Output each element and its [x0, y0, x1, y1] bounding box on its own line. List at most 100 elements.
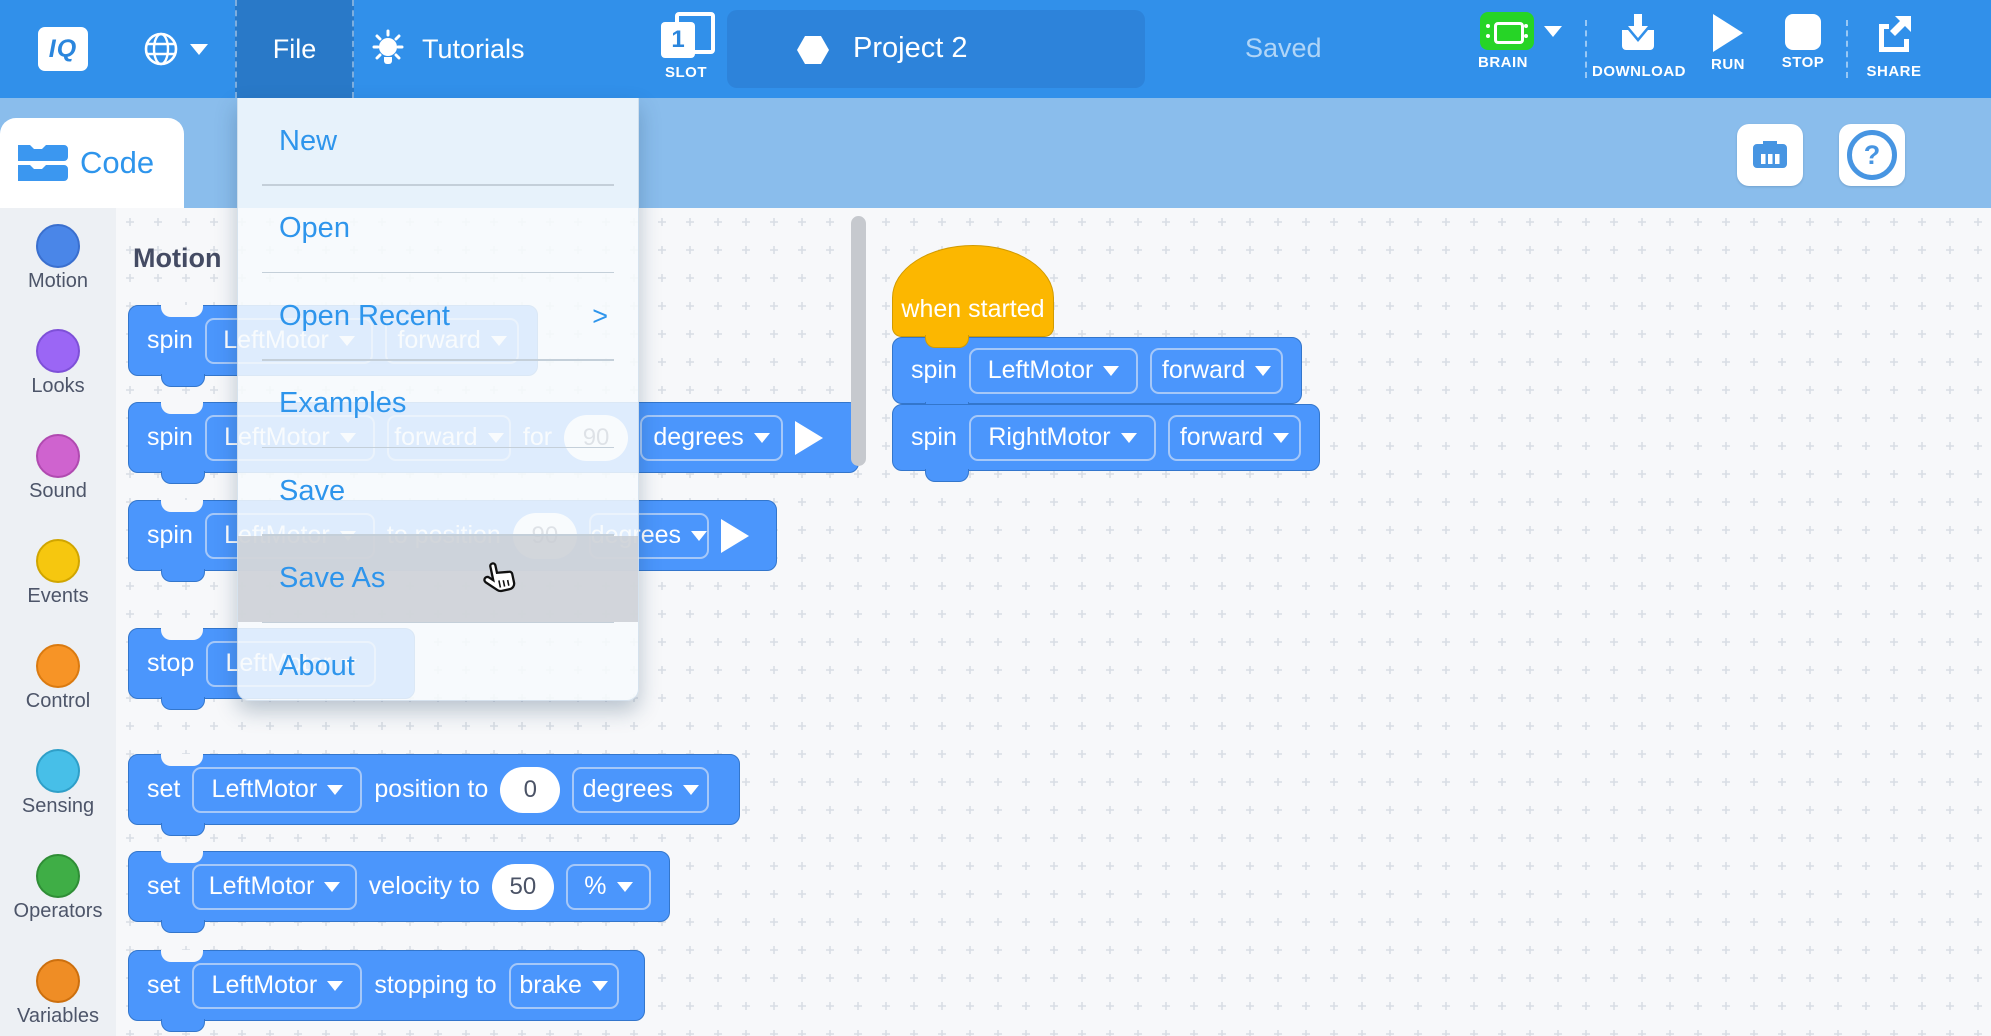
dropdown-leftmotor[interactable]: LeftMotor — [192, 963, 362, 1009]
dropdown-value: brake — [519, 971, 582, 1000]
category-circle-icon[interactable] — [36, 539, 80, 583]
run-label: RUN — [1698, 56, 1758, 73]
share-button[interactable]: SHARE — [1856, 12, 1932, 80]
stop-label: STOP — [1772, 54, 1834, 71]
dropdown-leftmotor[interactable]: LeftMotor — [969, 348, 1138, 394]
language-menu[interactable] — [142, 30, 208, 68]
sidebar-category-looks[interactable]: Looks — [0, 329, 116, 426]
category-circle-icon[interactable] — [36, 644, 80, 688]
sidebar-category-control[interactable]: Control — [0, 644, 116, 741]
toolbar-separator — [1846, 20, 1848, 78]
number-input[interactable]: 50 — [492, 864, 554, 910]
dropdown-value: % — [584, 872, 606, 901]
category-label: Looks — [0, 375, 116, 398]
menu-item-open[interactable]: Open — [238, 186, 638, 272]
stop-button[interactable]: STOP — [1772, 12, 1834, 71]
sidebar-category-events[interactable]: Events — [0, 539, 116, 636]
dropdown-degrees[interactable]: degrees — [572, 767, 709, 813]
block-text: spin — [911, 356, 957, 385]
menu-item-label: Examples — [279, 387, 406, 420]
sidebar-category-motion[interactable]: Motion — [0, 224, 116, 321]
category-circle-icon[interactable] — [36, 329, 80, 373]
dropdown-brake[interactable]: brake — [509, 963, 619, 1009]
menu-item-about[interactable]: About — [238, 623, 638, 709]
slot-label: SLOT — [655, 64, 717, 81]
submenu-arrow-icon: > — [592, 301, 608, 332]
block-text: stopping to — [374, 971, 496, 1000]
chevron-down-icon — [754, 433, 770, 443]
help-button[interactable]: ? — [1839, 124, 1905, 186]
category-circle-icon[interactable] — [36, 959, 80, 1003]
tab-code[interactable]: Code — [0, 118, 184, 208]
menu-file[interactable]: File — [235, 0, 354, 98]
menu-item-label: Save As — [279, 562, 385, 595]
run-button[interactable]: RUN — [1698, 12, 1758, 73]
category-circle-icon[interactable] — [36, 434, 80, 478]
block-text: velocity to — [369, 872, 480, 901]
category-circle-icon[interactable] — [36, 224, 80, 268]
dropdown-value: forward — [1180, 423, 1263, 452]
menu-item-save-as[interactable]: Save As — [238, 536, 638, 622]
sidebar-category-variables[interactable]: Variables — [0, 959, 116, 1036]
dropdown-forward[interactable]: forward — [1150, 348, 1283, 394]
spin-right-motor-block[interactable]: spin RightMotor forward — [892, 404, 1320, 471]
palette-section-header: Motion — [133, 243, 221, 274]
dropdown-degrees[interactable]: degrees — [640, 415, 783, 461]
slot-selector[interactable]: 1 SLOT — [655, 12, 717, 81]
brain-button[interactable]: BRAIN — [1466, 12, 1576, 71]
chevron-down-icon — [1103, 366, 1119, 376]
set-position-block[interactable]: setLeftMotorposition to0degrees — [128, 754, 740, 825]
menu-item-label: New — [279, 125, 337, 158]
dropdown--[interactable]: % — [566, 864, 651, 910]
share-label: SHARE — [1856, 63, 1932, 80]
project-name-button[interactable]: Project 2 — [727, 10, 1145, 88]
set-velocity-block[interactable]: setLeftMotorvelocity to50% — [128, 851, 670, 922]
menu-item-label: Open Recent — [279, 300, 450, 333]
chevron-down-icon — [1273, 433, 1289, 443]
dropdown-value: forward — [1162, 356, 1245, 385]
block-text: set — [147, 775, 180, 804]
category-circle-icon[interactable] — [36, 854, 80, 898]
dropdown-value: degrees — [583, 775, 673, 804]
palette-scrollbar[interactable] — [851, 216, 866, 466]
play-preview-icon[interactable] — [795, 421, 823, 455]
menu-item-save[interactable]: Save — [238, 448, 638, 534]
dropdown-rightmotor[interactable]: RightMotor — [969, 415, 1156, 461]
category-label: Variables — [0, 1005, 116, 1028]
chevron-down-icon — [327, 981, 343, 991]
brain-icon — [1480, 12, 1534, 50]
menu-item-examples[interactable]: Examples — [238, 361, 638, 447]
dropdown-leftmotor[interactable]: LeftMotor — [192, 864, 356, 910]
brain-label: BRAIN — [1466, 54, 1576, 71]
chevron-down-icon — [1121, 433, 1137, 443]
menu-item-new[interactable]: New — [238, 98, 638, 184]
category-sidebar: Motion Looks SoundEventsControlSensingOper… — [0, 208, 116, 1036]
chevron-down-icon — [691, 531, 707, 541]
menu-tutorials-label: Tutorials — [422, 34, 525, 65]
play-preview-icon[interactable] — [721, 519, 749, 553]
menu-item-label: Open — [279, 212, 350, 245]
set-stopping-block[interactable]: setLeftMotorstopping tobrake — [128, 950, 645, 1021]
dropdown-leftmotor[interactable]: LeftMotor — [192, 767, 362, 813]
number-input[interactable]: 0 — [500, 767, 560, 813]
sidebar-category-sound[interactable]: Sound — [0, 434, 116, 531]
project-name-label: Project 2 — [853, 32, 967, 65]
slot-icon: 1 — [661, 12, 711, 60]
chevron-down-icon — [190, 44, 208, 55]
category-circle-icon[interactable] — [36, 749, 80, 793]
download-label: DOWNLOAD — [1592, 63, 1684, 80]
menu-item-open-recent[interactable]: Open Recent > — [238, 273, 638, 359]
menu-tutorials[interactable]: Tutorials — [358, 0, 535, 98]
sidebar-category-sensing[interactable]: Sensing — [0, 749, 116, 846]
block-text: spin — [911, 423, 957, 452]
device-info-button[interactable] — [1737, 124, 1803, 186]
menu-item-label: About — [279, 650, 355, 683]
menu-file-label: File — [273, 34, 317, 65]
dropdown-value: LeftMotor — [212, 971, 318, 1000]
download-button[interactable]: DOWNLOAD — [1592, 12, 1684, 80]
dropdown-value: RightMotor — [988, 423, 1110, 452]
code-blocks-icon — [14, 139, 68, 187]
globe-icon — [142, 30, 180, 68]
dropdown-forward[interactable]: forward — [1168, 415, 1301, 461]
sidebar-category-operators[interactable]: Operators — [0, 854, 116, 951]
